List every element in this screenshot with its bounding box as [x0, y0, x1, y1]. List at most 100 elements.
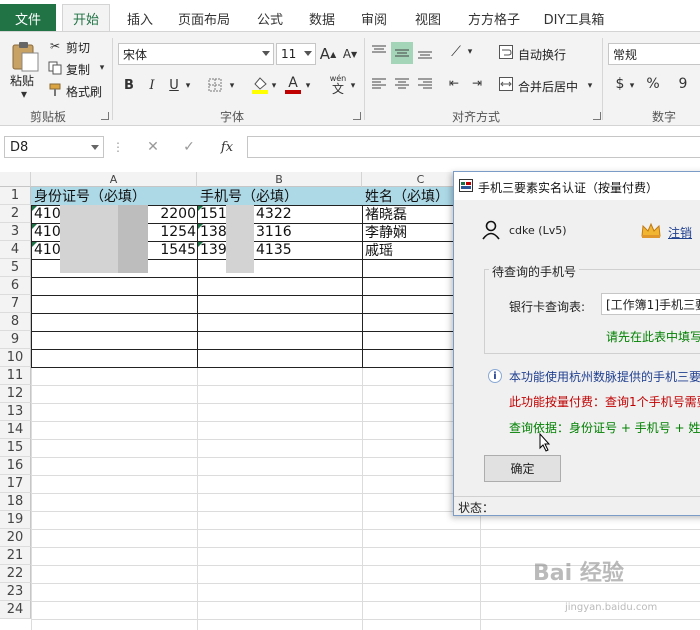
align-left-icon[interactable] — [370, 74, 388, 92]
cancel-entry-icon[interactable]: ✕ — [144, 138, 162, 156]
tab-view[interactable]: 视图 — [406, 4, 450, 32]
table-select-value: [工作簿1]手机三要 — [606, 297, 700, 312]
app-icon — [459, 179, 473, 192]
error-indicator-icon — [198, 206, 203, 211]
number-format-combo[interactable]: 常规 — [608, 43, 700, 65]
tab-page-layout[interactable]: 页面布局 — [172, 4, 236, 32]
confirm-button[interactable]: 确定 — [484, 455, 561, 482]
cell-id-end[interactable]: 1545 — [140, 241, 196, 259]
bold-button[interactable]: B — [122, 76, 136, 94]
orientation-dropdown-icon[interactable]: ▾ — [466, 47, 474, 57]
tab-diy-toolbox[interactable]: DIY工具箱 — [540, 4, 608, 32]
chevron-down-icon — [304, 51, 312, 56]
merge-center-icon[interactable] — [498, 76, 514, 92]
header-cell-phone[interactable]: 手机号（必填） — [198, 187, 361, 205]
copy-dropdown-icon[interactable]: ▾ — [98, 63, 106, 73]
sms-verification-dialog: 手机三要素实名认证（按量付费） cdke (Lv5) 注销 待查询的手机号 银行… — [453, 171, 700, 516]
increase-indent-icon[interactable]: ⇥ — [468, 74, 486, 92]
confirm-entry-icon[interactable]: ✓ — [180, 138, 198, 156]
shrink-font-icon[interactable]: A ▼ — [342, 44, 358, 64]
error-indicator-icon — [198, 242, 203, 247]
fill-color-dropdown-icon[interactable]: ▾ — [270, 81, 278, 91]
cell-phone-end[interactable]: 3116 — [254, 223, 304, 241]
cell-phone-end[interactable]: 4322 — [254, 205, 304, 223]
table-label: 银行卡查询表: — [509, 300, 586, 314]
format-painter-button[interactable]: 格式刷 — [66, 83, 102, 100]
tab-fangfang[interactable]: 方方格子 — [462, 4, 526, 32]
name-box-value: D8 — [10, 139, 29, 155]
align-top-icon[interactable] — [370, 42, 388, 60]
font-launcher-icon[interactable] — [353, 112, 361, 120]
font-color-icon[interactable]: A — [284, 74, 302, 96]
paste-dropdown-icon[interactable]: ▾ — [20, 87, 28, 101]
underline-dropdown-icon[interactable]: ▾ — [184, 81, 192, 91]
orientation-icon[interactable]: ⟋ — [447, 42, 465, 62]
copy-button[interactable]: 复制 — [66, 61, 90, 78]
insert-function-icon[interactable]: fx — [216, 138, 238, 156]
tab-insert[interactable]: 插入 — [118, 4, 162, 32]
watermark-url: jingyan.baidu.com — [565, 602, 658, 613]
name-box[interactable]: D8 — [4, 136, 104, 158]
borders-dropdown-icon[interactable]: ▾ — [228, 81, 236, 91]
font-color-dropdown-icon[interactable]: ▾ — [304, 81, 312, 91]
copy-icon[interactable] — [47, 60, 63, 76]
tab-formulas[interactable]: 公式 — [248, 4, 292, 32]
currency-dropdown-icon[interactable]: ▾ — [628, 81, 636, 91]
watermark-logo: Bai 经验 — [533, 561, 624, 586]
mouse-cursor-icon — [538, 432, 552, 452]
group-label-clipboard: 剪贴板 — [30, 110, 67, 124]
comma-style-icon[interactable]: 9 — [674, 74, 692, 94]
clipboard-launcher-icon[interactable] — [101, 112, 109, 120]
user-icon — [481, 220, 501, 240]
fee-text: 此功能按量付费：查询1个手机号需要 — [509, 395, 700, 409]
divider — [112, 38, 113, 120]
dialog-title-bar[interactable]: 手机三要素实名认证（按量付费） — [454, 172, 700, 200]
align-middle-icon[interactable] — [391, 42, 413, 64]
wrap-text-icon[interactable] — [498, 44, 514, 60]
privacy-mask — [60, 205, 118, 273]
grow-font-icon[interactable]: A ▲ — [320, 44, 336, 64]
excel-window: 文件 开始 插入 页面布局 公式 数据 审阅 视图 方方格子 DIY工具箱 粘贴… — [0, 0, 700, 630]
status-label: 状态： — [458, 500, 495, 515]
tab-review[interactable]: 审阅 — [352, 4, 396, 32]
group-label-font: 字体 — [220, 110, 245, 124]
cut-button[interactable]: 剪切 — [66, 39, 90, 56]
font-name-combo[interactable]: 宋体 — [118, 43, 274, 65]
header-cell-id[interactable]: 身份证号（必填） — [32, 187, 196, 205]
currency-icon[interactable]: $ — [612, 74, 628, 94]
formula-bar: D8 ⋮ ✕ ✓ fx — [0, 126, 700, 168]
tab-file[interactable]: 文件 — [0, 4, 56, 32]
align-right-icon[interactable] — [416, 74, 434, 92]
crown-icon — [641, 221, 661, 239]
error-indicator-icon — [32, 206, 37, 211]
align-center-icon[interactable] — [393, 74, 411, 92]
more-dots-icon: ⋮ — [112, 140, 124, 154]
wrap-text-button[interactable]: 自动换行 — [518, 46, 566, 63]
cell-id-end[interactable]: 1254 — [140, 223, 196, 241]
table-select[interactable]: [工作簿1]手机三要 — [601, 293, 700, 315]
tab-home[interactable]: 开始 — [62, 4, 110, 32]
merge-dropdown-icon[interactable]: ▾ — [586, 81, 594, 91]
borders-icon[interactable] — [206, 76, 224, 94]
format-painter-icon[interactable] — [47, 82, 63, 98]
phonetic-dropdown-icon[interactable]: ▾ — [349, 81, 357, 91]
align-bottom-icon[interactable] — [416, 44, 434, 62]
underline-button[interactable]: U — [167, 76, 181, 94]
fill-color-icon[interactable] — [250, 74, 270, 96]
cell-phone-end[interactable]: 4135 — [254, 241, 304, 259]
alignment-launcher-icon[interactable] — [593, 112, 601, 120]
paste-icon[interactable] — [8, 38, 42, 74]
error-indicator-icon — [32, 224, 37, 229]
merge-center-button[interactable]: 合并后居中 — [518, 78, 578, 95]
logout-link[interactable]: 注销 — [668, 224, 692, 241]
tab-data[interactable]: 数据 — [300, 4, 344, 32]
cell-id-end[interactable]: 2200 — [140, 205, 196, 223]
ribbon-home: 粘贴 ▾ ✂ 剪切 复制 ▾ 格式刷 剪贴板 宋体 11 A ▲ A ▼ B I U… — [0, 31, 700, 126]
phonetic-icon[interactable]: wén 文 — [327, 73, 349, 97]
decrease-indent-icon[interactable]: ⇤ — [445, 74, 463, 92]
formula-input[interactable] — [247, 136, 700, 158]
italic-button[interactable]: I — [145, 76, 159, 94]
cut-icon[interactable]: ✂ — [47, 38, 63, 54]
font-size-combo[interactable]: 11 — [276, 43, 316, 65]
percent-icon[interactable]: % — [644, 74, 662, 94]
